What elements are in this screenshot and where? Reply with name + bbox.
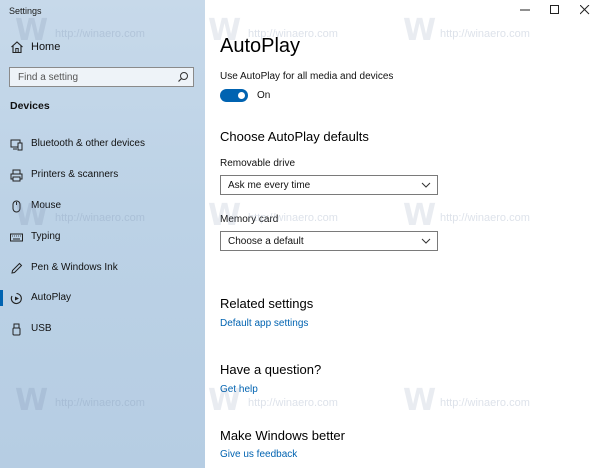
- dropdown-value: Choose a default: [228, 236, 304, 247]
- maximize-icon: [550, 5, 559, 14]
- sidebar-item-label: AutoPlay: [31, 292, 72, 303]
- chevron-down-icon: [421, 238, 431, 244]
- bluetooth-icon: [10, 139, 23, 151]
- removable-drive-dropdown[interactable]: Ask me every time: [220, 175, 438, 195]
- sidebar-item-typing[interactable]: Typing: [0, 223, 205, 251]
- autoplay-toggle[interactable]: [220, 89, 248, 102]
- removable-drive-label: Removable drive: [220, 158, 296, 169]
- sidebar-item-printers[interactable]: Printers & scanners: [0, 161, 205, 189]
- sidebar-item-label: Bluetooth & other devices: [31, 138, 145, 149]
- use-autoplay-label: Use AutoPlay for all media and devices: [220, 71, 394, 82]
- close-button[interactable]: [570, 0, 600, 22]
- close-icon: [580, 5, 590, 15]
- toggle-state-label: On: [257, 90, 271, 101]
- sidebar-item-label: Printers & scanners: [31, 169, 119, 180]
- sidebar-item-label: Home: [31, 41, 61, 53]
- sidebar-item-pen[interactable]: Pen & Windows Ink: [0, 254, 205, 282]
- sidebar: Settings Home Find a setting Devices Blu…: [0, 0, 205, 468]
- give-feedback-link[interactable]: Give us feedback: [220, 449, 297, 460]
- selection-indicator: [0, 290, 3, 306]
- default-app-settings-link[interactable]: Default app settings: [220, 318, 308, 329]
- printer-icon: [10, 169, 23, 182]
- get-help-link[interactable]: Get help: [220, 384, 258, 395]
- sidebar-item-label: Pen & Windows Ink: [31, 262, 118, 273]
- keyboard-icon: [10, 233, 23, 242]
- make-windows-better-header: Make Windows better: [220, 428, 345, 443]
- sidebar-item-label: Typing: [31, 231, 61, 242]
- related-settings-header: Related settings: [220, 296, 314, 311]
- mouse-icon: [12, 200, 21, 213]
- sidebar-item-bluetooth[interactable]: Bluetooth & other devices: [0, 130, 205, 158]
- maximize-button[interactable]: [540, 0, 570, 22]
- sidebar-item-home[interactable]: Home: [0, 36, 205, 58]
- sidebar-item-mouse[interactable]: Mouse: [0, 192, 205, 220]
- dropdown-value: Ask me every time: [228, 180, 311, 191]
- chevron-down-icon: [421, 182, 431, 188]
- defaults-header: Choose AutoPlay defaults: [220, 129, 369, 144]
- sidebar-item-label: Mouse: [31, 200, 62, 211]
- question-header: Have a question?: [220, 362, 322, 377]
- search-icon[interactable]: [177, 71, 189, 83]
- section-header-devices: Devices: [10, 100, 50, 112]
- page-title: AutoPlay: [220, 35, 301, 57]
- sidebar-item-usb[interactable]: USB: [0, 315, 205, 343]
- memory-card-dropdown[interactable]: Choose a default: [220, 231, 438, 251]
- home-icon: [11, 41, 23, 54]
- minimize-icon: [520, 9, 530, 11]
- usb-icon: [12, 323, 21, 336]
- toggle-knob: [238, 92, 245, 99]
- window-title: Settings: [9, 6, 42, 16]
- search-placeholder: Find a setting: [18, 72, 79, 83]
- memory-card-label: Memory card: [220, 214, 279, 225]
- minimize-button[interactable]: [510, 0, 540, 22]
- sidebar-item-label: USB: [31, 323, 52, 334]
- pen-icon: [11, 262, 23, 274]
- sidebar-item-autoplay[interactable]: AutoPlay: [0, 284, 205, 312]
- search-input[interactable]: Find a setting: [9, 67, 194, 87]
- autoplay-icon: [10, 292, 22, 305]
- main-content: AutoPlay Use AutoPlay for all media and …: [205, 0, 600, 468]
